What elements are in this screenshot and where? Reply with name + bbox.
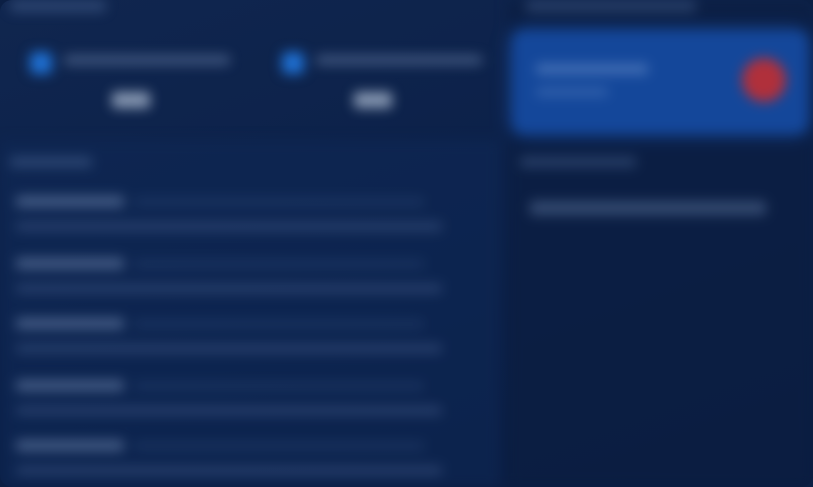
list-item-title: [16, 380, 124, 391]
sidebar-item[interactable]: [530, 201, 766, 215]
sidebar-header: [526, 0, 696, 12]
blurred-content: [0, 0, 813, 487]
list-item-description: [16, 466, 442, 475]
list-item-meta: [134, 198, 424, 206]
list-item[interactable]: [16, 196, 486, 246]
list-item-meta: [134, 442, 424, 450]
list-item-meta: [134, 320, 424, 328]
list-item-description: [16, 222, 442, 231]
list-item-meta: [134, 260, 424, 268]
stat-value: [112, 92, 150, 108]
list-item-title: [16, 318, 124, 329]
stat-icon: [30, 52, 52, 74]
list-item[interactable]: [16, 380, 486, 430]
stat-card-2: [282, 44, 482, 124]
list-item-description: [16, 284, 442, 293]
stat-label: [316, 55, 482, 65]
app-window: [0, 0, 813, 487]
list-panel: [0, 140, 500, 487]
alert-subtitle: [536, 88, 608, 96]
list-item-title: [16, 196, 124, 207]
stat-label: [64, 55, 230, 65]
stat-value: [354, 92, 392, 108]
list-item-title: [16, 258, 124, 269]
list-item[interactable]: [16, 318, 486, 368]
list-item-description: [16, 344, 442, 353]
list-item[interactable]: [16, 258, 486, 308]
alert-card[interactable]: [512, 30, 808, 134]
list-item[interactable]: [16, 440, 486, 487]
alert-icon: [742, 58, 786, 102]
stat-card-1: [30, 44, 230, 124]
list-item-description: [16, 406, 442, 415]
list-section-title: [10, 157, 92, 167]
list-item-meta: [134, 382, 424, 390]
alert-title: [536, 64, 648, 74]
stat-icon: [282, 52, 304, 74]
page-title: [10, 0, 106, 12]
right-sidebar: [508, 0, 813, 487]
sidebar-section-title: [520, 157, 636, 167]
list-item-title: [16, 440, 124, 451]
